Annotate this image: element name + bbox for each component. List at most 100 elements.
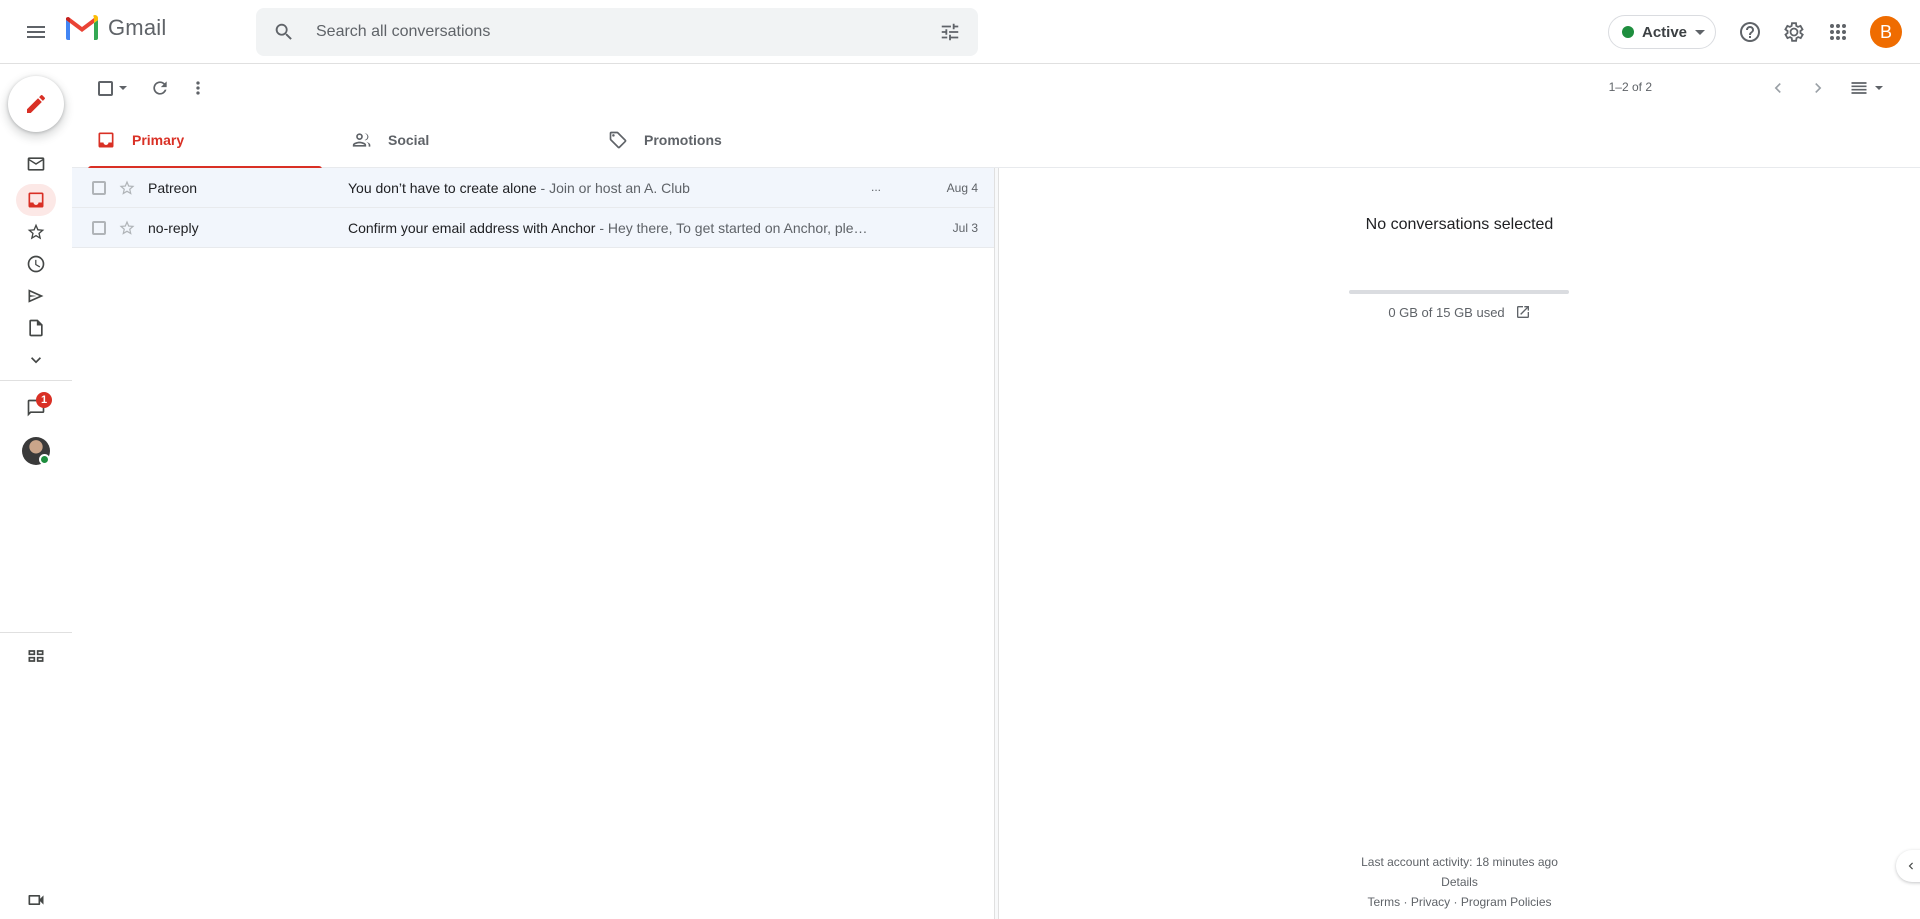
refresh-icon: [153, 81, 167, 95]
message-snippet: - Hey there, To get started on Anchor, p…: [595, 220, 868, 236]
tab-label: Social: [388, 132, 430, 148]
footer-separator: ·: [1400, 895, 1411, 909]
rail-divider: [0, 380, 72, 381]
search-bar: [256, 8, 978, 56]
gear-icon: [1784, 22, 1804, 42]
draft-icon: [29, 319, 43, 337]
pagination-text: 1–2 of 2: [1608, 80, 1652, 94]
older-button[interactable]: [1798, 68, 1838, 108]
star-icon[interactable]: [118, 219, 136, 237]
view-list-icon: [1851, 82, 1867, 94]
rail-divider: [0, 632, 72, 633]
nav-drafts[interactable]: [16, 312, 56, 344]
left-rail: 1: [0, 64, 72, 919]
inbox-icon: [96, 130, 116, 150]
nav-more[interactable]: [16, 344, 56, 376]
video-icon: [28, 895, 44, 905]
message-sender: Patreon: [148, 180, 198, 196]
message-row[interactable]: no-reply Confirm your email address with…: [72, 208, 994, 248]
search-input[interactable]: [308, 8, 926, 56]
account-footer: Last account activity: 18 minutes ago De…: [999, 852, 1920, 912]
message-subject: You don’t have to create alone: [348, 180, 537, 196]
empty-state-message: No conversations selected: [1365, 216, 1554, 233]
people-icon: [352, 130, 372, 150]
app-name: Gmail: [108, 15, 167, 40]
storage-text: 0 GB of 15 GB used: [1388, 304, 1505, 320]
apps-grid-icon: [1830, 24, 1846, 40]
reading-pane: No conversations selected 0 GB of 15 GB …: [999, 168, 1920, 919]
footer-separator: ·: [1450, 895, 1461, 909]
settings-button[interactable]: [1774, 12, 1814, 52]
nav-spaces[interactable]: [16, 640, 56, 672]
message-trailing: ...: [871, 180, 882, 194]
row-checkbox[interactable]: [92, 221, 106, 235]
terms-link[interactable]: Terms: [1367, 895, 1400, 909]
nav-starred[interactable]: [16, 216, 56, 248]
caret-down-icon: [1695, 29, 1706, 35]
open-in-new-icon[interactable]: [1515, 304, 1531, 320]
tab-label: Primary: [132, 132, 185, 148]
top-header: Gmail Active B: [0, 0, 1920, 64]
help-icon: [1740, 22, 1760, 42]
chevron-right-icon: [1815, 83, 1822, 93]
search-options-icon[interactable]: [926, 8, 974, 56]
chat-unread-badge: 1: [36, 392, 52, 408]
nav-sent[interactable]: [16, 280, 56, 312]
message-date: Aug 4: [946, 181, 978, 195]
select-all-button[interactable]: [88, 68, 136, 108]
online-status-dot: [39, 454, 50, 465]
spaces-icon: [28, 650, 44, 662]
more-actions-button[interactable]: [178, 68, 218, 108]
help-button[interactable]: [1730, 12, 1770, 52]
message-list: Patreon You don’t have to create alone -…: [72, 168, 994, 248]
tab-label: Promotions: [644, 132, 722, 148]
inbox-icon: [28, 192, 44, 208]
row-checkbox[interactable]: [92, 181, 106, 195]
chevron-down-icon: [31, 357, 41, 364]
refresh-button[interactable]: [140, 68, 180, 108]
main-menu-button[interactable]: [12, 8, 60, 56]
send-icon: [28, 289, 44, 303]
message-subject: Confirm your email address with Anchor: [348, 220, 596, 236]
more-vert-icon: [196, 81, 200, 95]
gmail-logo[interactable]: Gmail: [64, 14, 166, 42]
nav-mail[interactable]: [16, 148, 56, 180]
tab-primary[interactable]: Primary: [80, 112, 330, 169]
star-icon: [27, 223, 45, 240]
message-row[interactable]: Patreon You don’t have to create alone -…: [72, 168, 994, 208]
category-tabs: Primary Social Promotions: [72, 112, 1920, 169]
status-button[interactable]: Active: [1608, 15, 1716, 49]
compose-button[interactable]: [8, 76, 64, 132]
chevron-left-icon: [1774, 83, 1781, 93]
tab-social[interactable]: Social: [336, 112, 586, 168]
nav-snoozed[interactable]: [16, 248, 56, 280]
tag-icon: [608, 130, 628, 150]
newer-button[interactable]: [1758, 68, 1798, 108]
message-date: Jul 3: [952, 221, 978, 235]
search-icon[interactable]: [260, 8, 308, 56]
account-avatar[interactable]: B: [1870, 16, 1902, 48]
program-policies-link[interactable]: Program Policies: [1461, 895, 1552, 909]
nav-inbox[interactable]: [16, 184, 56, 216]
clock-icon: [27, 255, 45, 273]
status-dot: [1622, 26, 1634, 38]
nav-meet[interactable]: [16, 884, 56, 916]
details-link[interactable]: Details: [1441, 875, 1478, 889]
storage-info: 0 GB of 15 GB used: [999, 304, 1920, 320]
caret-down-icon: [118, 86, 127, 90]
star-icon[interactable]: [118, 179, 136, 197]
chevron-left-icon: [1908, 862, 1913, 870]
split-pane-toggle[interactable]: [1842, 68, 1890, 108]
side-panel-toggle[interactable]: [1896, 850, 1920, 882]
apps-button[interactable]: [1818, 12, 1858, 52]
tab-promotions[interactable]: Promotions: [592, 112, 842, 168]
storage-meter: [1349, 290, 1569, 294]
mail-icon: [27, 157, 45, 171]
compose-icon: [27, 94, 45, 113]
gmail-m-icon: [66, 14, 98, 40]
message-snippet: - Join or host an A. Club: [536, 180, 690, 196]
privacy-link[interactable]: Privacy: [1411, 895, 1450, 909]
last-activity: Last account activity: 18 minutes ago: [1361, 855, 1558, 869]
list-toolbar: 1–2 of 2: [72, 64, 1920, 112]
message-content: You don’t have to create alone - Join or…: [348, 180, 848, 196]
